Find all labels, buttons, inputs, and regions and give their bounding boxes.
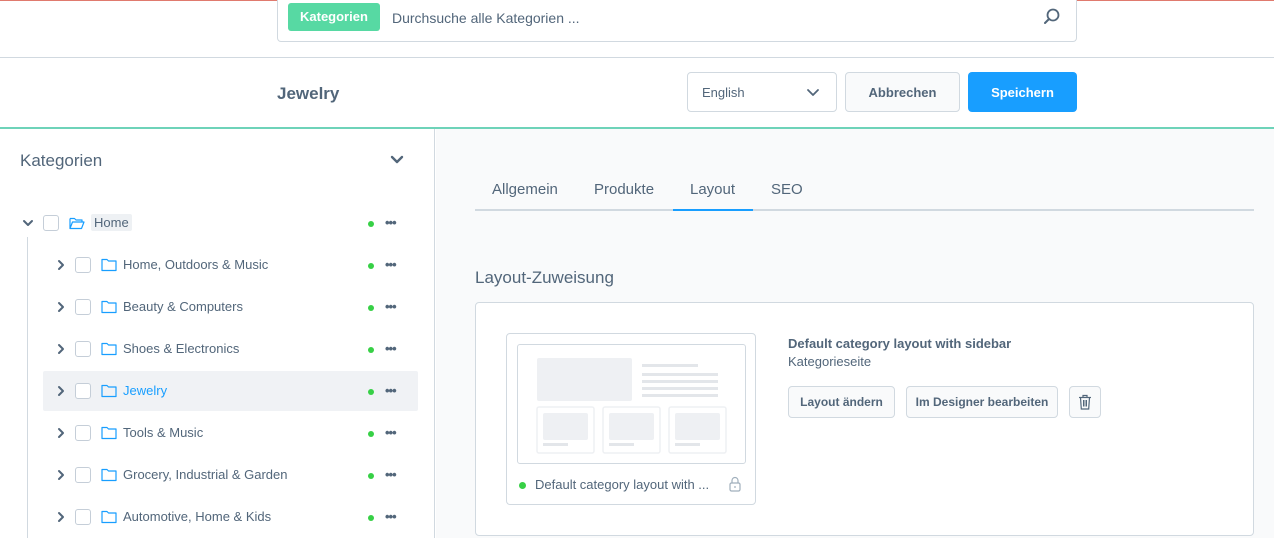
- chevron-right-icon[interactable]: [55, 511, 67, 523]
- folder-icon: [101, 426, 117, 440]
- chevron-down-icon[interactable]: [389, 152, 405, 168]
- tree-item-label: Shoes & Electronics: [123, 341, 240, 356]
- tree-item-label: Beauty & Computers: [123, 299, 243, 314]
- chevron-right-icon[interactable]: [55, 469, 67, 481]
- status-dot: [368, 515, 374, 521]
- checkbox[interactable]: [75, 257, 91, 273]
- layout-name: Default category layout with sidebar: [788, 336, 1012, 351]
- more-options-icon[interactable]: •••: [385, 510, 397, 524]
- checkbox[interactable]: [75, 299, 91, 315]
- folder-icon: [101, 300, 117, 314]
- tree-item-label: Automotive, Home & Kids: [123, 509, 272, 524]
- divider: [0, 57, 1274, 58]
- search-bar: Kategorien: [277, 0, 1077, 42]
- chevron-right-icon[interactable]: [55, 259, 67, 271]
- checkbox[interactable]: [75, 425, 91, 441]
- tab-seo[interactable]: SEO: [771, 181, 803, 198]
- layout-assignment-card: Default category layout with ... Default…: [475, 302, 1254, 536]
- status-dot: [368, 347, 374, 353]
- selection-highlight: [43, 371, 418, 411]
- tree-row[interactable]: Grocery, Industrial & Garden •••: [0, 455, 434, 497]
- search-input[interactable]: [392, 6, 1012, 30]
- chevron-right-icon[interactable]: [55, 385, 67, 397]
- section-title: Layout-Zuweisung: [475, 268, 614, 287]
- main-content: Allgemein Produkte Layout SEO Layout-Zuw…: [436, 129, 1274, 538]
- tree-row[interactable]: Shoes & Electronics •••: [0, 329, 434, 371]
- status-dot: [368, 473, 374, 479]
- status-dot: [368, 263, 374, 269]
- lock-icon: [729, 476, 741, 492]
- edit-in-designer-button[interactable]: Im Designer bearbeiten: [906, 386, 1058, 418]
- layout-preview-card[interactable]: Default category layout with ...: [506, 333, 756, 505]
- tree-row-selected[interactable]: Jewelry •••: [0, 371, 434, 413]
- checkbox[interactable]: [75, 383, 91, 399]
- active-tab-indicator: [673, 209, 753, 211]
- tree-item-label: Home: [91, 214, 132, 231]
- layout-wireframe-icon: [536, 358, 727, 454]
- more-options-icon[interactable]: •••: [385, 216, 397, 230]
- checkbox[interactable]: [75, 467, 91, 483]
- more-options-icon[interactable]: •••: [385, 468, 397, 482]
- save-button[interactable]: Speichern: [968, 72, 1077, 112]
- more-options-icon[interactable]: •••: [385, 426, 397, 440]
- layout-preview-caption: Default category layout with ...: [535, 477, 710, 492]
- checkbox[interactable]: [75, 509, 91, 525]
- tree-row[interactable]: Beauty & Computers •••: [0, 287, 434, 329]
- delete-layout-button[interactable]: [1069, 386, 1101, 418]
- language-value: English: [702, 85, 745, 100]
- folder-icon: [101, 258, 117, 272]
- tree-row[interactable]: Automotive, Home & Kids •••: [0, 497, 434, 538]
- sidebar-title: Kategorien: [20, 151, 103, 170]
- tab-bar: Allgemein Produkte Layout SEO: [475, 169, 1254, 211]
- chevron-right-icon[interactable]: [55, 343, 67, 355]
- more-options-icon[interactable]: •••: [385, 300, 397, 314]
- status-dot: [519, 482, 526, 489]
- search-icon[interactable]: [1042, 7, 1062, 27]
- page-title: Jewelry: [277, 84, 340, 103]
- more-options-icon[interactable]: •••: [385, 342, 397, 356]
- tree-item-label: Tools & Music: [123, 425, 204, 440]
- category-sidebar: Kategorien Home ••• Home, Outdoors & Mus…: [0, 129, 435, 538]
- folder-icon: [101, 384, 117, 398]
- chevron-down-icon: [807, 89, 819, 96]
- status-dot: [368, 431, 374, 437]
- tab-layout[interactable]: Layout: [690, 181, 735, 198]
- tab-general[interactable]: Allgemein: [492, 181, 558, 198]
- chevron-down-icon[interactable]: [22, 217, 34, 229]
- folder-icon: [101, 510, 117, 524]
- tree-row-home[interactable]: Home •••: [0, 203, 434, 245]
- folder-icon: [101, 468, 117, 482]
- checkbox[interactable]: [75, 341, 91, 357]
- layout-type: Kategorieseite: [788, 354, 872, 369]
- change-layout-button[interactable]: Layout ändern: [788, 386, 895, 418]
- tab-products[interactable]: Produkte: [594, 181, 654, 198]
- status-dot: [368, 389, 374, 395]
- folder-open-icon: [69, 217, 85, 230]
- tree-item-label: Home, Outdoors & Music: [123, 257, 269, 272]
- more-options-icon[interactable]: •••: [385, 258, 397, 272]
- tree-row[interactable]: Home, Outdoors & Music •••: [0, 245, 434, 287]
- status-dot: [368, 305, 374, 311]
- language-select[interactable]: English: [687, 72, 837, 112]
- tree-item-label: Jewelry: [123, 383, 168, 398]
- cancel-button[interactable]: Abbrechen: [845, 72, 960, 112]
- layout-thumbnail: [517, 344, 746, 464]
- status-dot: [368, 221, 374, 227]
- chevron-right-icon[interactable]: [55, 301, 67, 313]
- checkbox[interactable]: [43, 215, 59, 231]
- tree-item-label: Grocery, Industrial & Garden: [123, 467, 288, 482]
- more-options-icon[interactable]: •••: [385, 384, 397, 398]
- chevron-right-icon[interactable]: [55, 427, 67, 439]
- trash-icon: [1079, 394, 1091, 410]
- folder-icon: [101, 342, 117, 356]
- tree-row[interactable]: Tools & Music •••: [0, 413, 434, 455]
- search-type-tag[interactable]: Kategorien: [288, 3, 380, 31]
